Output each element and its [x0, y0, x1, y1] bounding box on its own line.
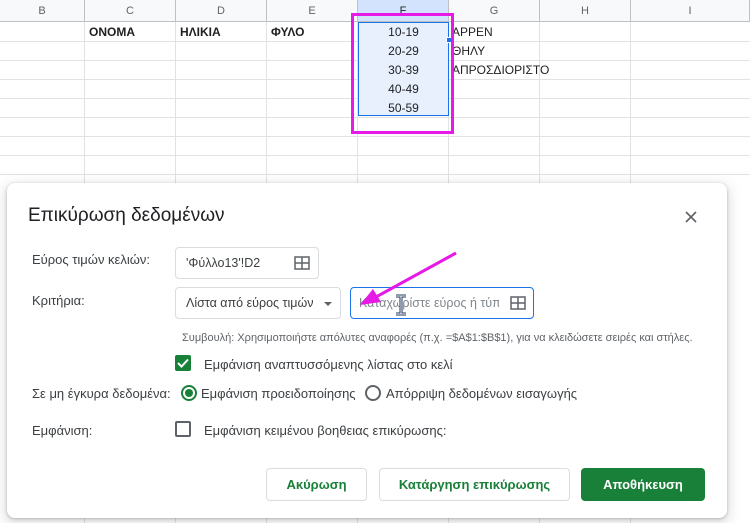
close-icon[interactable]: [679, 205, 703, 229]
checkmark-icon: [177, 358, 189, 368]
save-button[interactable]: Αποθήκευση: [581, 468, 705, 501]
range-field[interactable]: 'Φύλλο13'!D2: [175, 247, 319, 279]
criteria-select[interactable]: Λίστα από εύρος τιμών: [175, 287, 341, 319]
annotation-highlight-box: [351, 13, 454, 134]
column-header-d[interactable]: D: [176, 0, 267, 22]
select-range-icon[interactable]: [294, 256, 310, 270]
text-cursor-icon: [396, 294, 406, 316]
appearance-label: Εμφάνιση:: [32, 423, 93, 438]
gridline: [0, 136, 750, 137]
range-value: 'Φύλλο13'!D2: [186, 256, 261, 270]
column-label: C: [126, 4, 134, 17]
cell-name-header[interactable]: ΟΝΟΜΑ: [89, 23, 135, 42]
radio-reject-input-label: Απόρριψη δεδομένων εισαγωγής: [386, 386, 578, 401]
radio-show-warning-label: Εμφάνιση προειδοποίησης: [201, 386, 356, 401]
column-header-i[interactable]: I: [631, 0, 750, 22]
help-text-checkbox[interactable]: [175, 421, 191, 437]
remove-validation-button[interactable]: Κατάργηση επικύρωσης: [379, 468, 570, 501]
gridline: [0, 174, 750, 175]
column-header-c[interactable]: C: [85, 0, 176, 22]
range-label: Εύρος τιμών κελιών:: [32, 252, 151, 267]
data-validation-dialog: Επικύρωση δεδομένων Εύρος τιμών κελιών: …: [7, 183, 727, 518]
chevron-down-icon: [324, 302, 332, 306]
column-label: E: [308, 4, 316, 17]
criteria-label: Κριτήρια:: [32, 293, 85, 308]
column-label: B: [38, 4, 46, 17]
cell-age-header[interactable]: ΗΛΙΚΙΑ: [180, 23, 221, 42]
column-header-h[interactable]: H: [540, 0, 631, 22]
cell-gender-value[interactable]: ΘΗΛΥ: [452, 42, 485, 61]
gridline: [0, 155, 750, 156]
column-header-b[interactable]: B: [0, 0, 85, 22]
cell-gender-header[interactable]: ΦΥΛΟ: [271, 23, 304, 42]
show-dropdown-checkbox[interactable]: [175, 355, 191, 371]
cell-gender-value[interactable]: ΑΡΡΕΝ: [452, 23, 493, 42]
select-range-icon[interactable]: [510, 296, 526, 310]
column-label: G: [489, 4, 499, 17]
show-dropdown-label: Εμφάνιση αναπτυσσόμενης λίστας στο κελί: [204, 357, 453, 372]
column-label: I: [688, 4, 692, 17]
hint-text: Συμβουλή: Χρησιμοποιήστε απόλυτες αναφορ…: [182, 332, 693, 344]
radio-reject-input[interactable]: [365, 385, 381, 401]
cancel-button[interactable]: Ακύρωση: [266, 468, 367, 501]
help-text-label: Εμφάνιση κειμένου βοηθειας επικύρωσης:: [204, 423, 447, 438]
column-label: H: [581, 4, 589, 17]
cell-gender-value[interactable]: ΑΠΡΟΣΔΙΟΡΙΣΤΟ: [452, 61, 549, 80]
criteria-range-input[interactable]: Καταχωρίστε εύρος ή τύπο: [350, 287, 534, 319]
column-header-e[interactable]: E: [267, 0, 358, 22]
column-header-g[interactable]: G: [449, 0, 540, 22]
criteria-select-value: Λίστα από εύρος τιμών: [186, 296, 314, 310]
radio-show-warning[interactable]: [181, 385, 197, 401]
column-label: D: [217, 4, 225, 17]
invalid-data-label: Σε μη έγκυρα δεδομένα:: [32, 386, 171, 401]
dialog-title: Επικύρωση δεδομένων: [28, 205, 225, 226]
criteria-range-placeholder: Καταχωρίστε εύρος ή τύπο: [359, 296, 499, 310]
